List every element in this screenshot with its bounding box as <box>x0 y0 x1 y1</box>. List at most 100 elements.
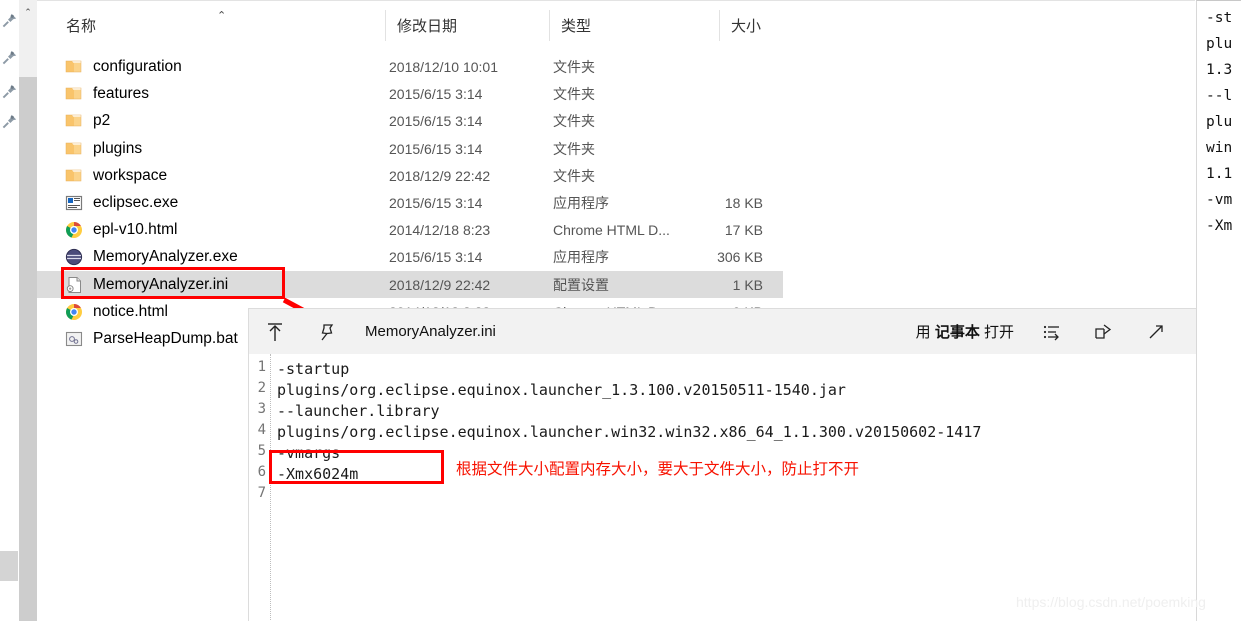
bat-file-icon <box>65 330 83 348</box>
file-name-cell[interactable]: features <box>65 80 149 107</box>
folder-icon <box>65 58 83 76</box>
file-date-cell: 2015/6/15 3:14 <box>389 194 483 211</box>
code-line: --launcher.library <box>277 402 440 420</box>
table-row[interactable]: epl-v10.html 2014/12/18 8:23 Chrome HTML D… <box>37 216 783 243</box>
file-type-cell: 文件夹 <box>553 58 595 75</box>
list-view-icon[interactable] <box>1026 309 1078 354</box>
file-name-label: notice.html <box>93 302 168 320</box>
file-size-cell <box>653 162 763 189</box>
table-row[interactable]: configuration 2018/12/10 10:01 文件夹 <box>37 53 783 80</box>
file-type-cell: 应用程序 <box>553 194 609 211</box>
file-size-cell <box>653 53 763 80</box>
column-header[interactable]: 类型 <box>549 10 679 41</box>
right-editor-line: -st <box>1206 10 1233 26</box>
file-name-cell[interactable]: plugins <box>65 135 142 162</box>
expand-icon[interactable] <box>1130 309 1182 354</box>
open-with-notepad-button[interactable]: 用 记事本 打开 <box>904 321 1026 342</box>
pin-icon[interactable] <box>1 83 18 100</box>
pin-icon[interactable] <box>1 49 18 66</box>
file-name-label: MemoryAnalyzer.ini <box>93 275 229 293</box>
file-name-label: plugins <box>93 139 143 157</box>
table-row[interactable]: workspace 2018/12/9 22:42 文件夹 <box>37 162 783 189</box>
file-date-cell: 2015/6/15 3:14 <box>389 140 483 157</box>
file-size-cell <box>653 135 763 162</box>
right-editor-line: --l <box>1206 88 1233 104</box>
file-name-cell[interactable]: eclipsec.exe <box>65 189 178 216</box>
table-row[interactable]: eclipsec.exe 2015/6/15 3:14 应用程序 18 KB <box>37 189 783 216</box>
up-arrow-icon[interactable] <box>249 309 301 354</box>
table-row[interactable]: MemoryAnalyzer.ini 2018/12/9 22:42 配置设置 1 K… <box>37 271 783 298</box>
file-type-cell: 文件夹 <box>553 167 595 184</box>
file-name-cell[interactable]: epl-v10.html <box>65 216 177 243</box>
right-editor-line: 1.1 <box>1206 166 1233 182</box>
pin-icon[interactable] <box>301 309 353 354</box>
file-type-cell: 配置设置 <box>553 276 609 293</box>
column-header-label: 修改日期 <box>397 18 458 35</box>
chrome-icon <box>65 303 83 321</box>
mat-app-icon <box>65 248 83 266</box>
code-line: plugins/org.eclipse.equinox.launcher.win… <box>277 423 982 441</box>
open-with-app: 记事本 <box>934 324 980 341</box>
table-row[interactable]: features 2015/6/15 3:14 文件夹 <box>37 80 783 107</box>
pin-icon[interactable] <box>1 113 18 130</box>
line-number: 5 <box>257 443 266 459</box>
preview-window: MemoryAnalyzer.ini 用 记事本 打开 1 2 3 4 5 6 … <box>248 308 1241 621</box>
right-editor-line: -Xm <box>1206 218 1233 234</box>
file-name-label: configuration <box>93 57 182 75</box>
file-type-cell: 文件夹 <box>553 140 595 157</box>
table-row[interactable]: plugins 2015/6/15 3:14 文件夹 <box>37 135 783 162</box>
sort-ascending-icon[interactable]: ⌃ <box>217 10 226 21</box>
preview-text-body[interactable]: 1 2 3 4 5 6 7 -startup plugins/org.eclipse.equi… <box>249 354 1241 621</box>
folder-icon <box>65 112 83 130</box>
line-number: 6 <box>257 464 266 480</box>
file-name-label: ParseHeapDump.bat <box>93 329 238 347</box>
line-number: 2 <box>257 380 266 396</box>
file-type-cell: 文件夹 <box>553 112 595 129</box>
right-clipped-editor[interactable]: -st plu 1.3 --l plu win 1.1 -vm -Xm <box>1196 0 1241 621</box>
file-date-cell: 2015/6/15 3:14 <box>389 112 483 129</box>
pin-icon[interactable] <box>1 12 18 29</box>
folder-icon <box>65 167 83 185</box>
file-name-cell[interactable]: p2 <box>65 107 110 134</box>
column-header-label: 类型 <box>561 18 592 35</box>
file-name-cell[interactable]: MemoryAnalyzer.exe <box>65 243 238 270</box>
folder-icon <box>65 140 83 158</box>
screen: ⌃ 名称 修改日期 类型 大小 ⌃ configuration 2018/12/10 1… <box>0 0 1241 621</box>
line-number: 7 <box>257 485 266 501</box>
file-date-cell: 2014/12/18 8:23 <box>389 221 491 238</box>
console-app-icon <box>65 194 83 212</box>
preview-toolbar-right: 用 记事本 打开 <box>904 309 1241 354</box>
share-icon[interactable] <box>1078 309 1130 354</box>
preview-title: MemoryAnalyzer.ini <box>365 323 496 340</box>
line-number: 3 <box>257 401 266 417</box>
file-date-cell: 2018/12/10 10:01 <box>389 58 498 75</box>
line-number: 4 <box>257 422 266 438</box>
table-row[interactable]: p2 2015/6/15 3:14 文件夹 <box>37 107 783 134</box>
file-name-label: workspace <box>93 166 168 184</box>
watermark: https://blog.csdn.net/poemking <box>1016 594 1206 610</box>
file-name-cell[interactable]: configuration <box>65 53 182 80</box>
pin-rail <box>0 0 19 621</box>
folder-icon <box>65 85 83 103</box>
file-name-cell[interactable]: ParseHeapDump.bat <box>65 325 238 352</box>
file-size-cell: 17 KB <box>724 221 763 238</box>
column-header[interactable]: 大小 <box>719 10 819 41</box>
file-type-cell: 文件夹 <box>553 85 595 102</box>
right-editor-line: plu <box>1206 114 1233 130</box>
file-name-cell[interactable]: MemoryAnalyzer.ini <box>65 271 228 298</box>
explorer-scrollbar[interactable]: ⌃ <box>19 0 37 621</box>
table-row[interactable]: MemoryAnalyzer.exe 2015/6/15 3:14 应用程序 306 … <box>37 243 783 270</box>
file-name-label: features <box>93 84 150 102</box>
column-header[interactable]: 修改日期 <box>385 10 525 41</box>
scroll-up-icon[interactable]: ⌃ <box>19 4 37 21</box>
scrollbar-track[interactable] <box>19 77 37 621</box>
code-line: plugins/org.eclipse.equinox.launcher_1.3… <box>277 381 846 399</box>
file-size-cell: 306 KB <box>717 248 763 265</box>
preview-toolbar: MemoryAnalyzer.ini 用 记事本 打开 <box>249 309 1241 354</box>
config-file-icon <box>65 276 83 294</box>
column-header-row: 名称 修改日期 类型 大小 <box>37 10 1195 41</box>
secondary-scroll-marker[interactable] <box>0 551 18 581</box>
file-name-cell[interactable]: notice.html <box>65 298 168 325</box>
file-name-cell[interactable]: workspace <box>65 162 167 189</box>
file-date-cell: 2015/6/15 3:14 <box>389 85 483 102</box>
